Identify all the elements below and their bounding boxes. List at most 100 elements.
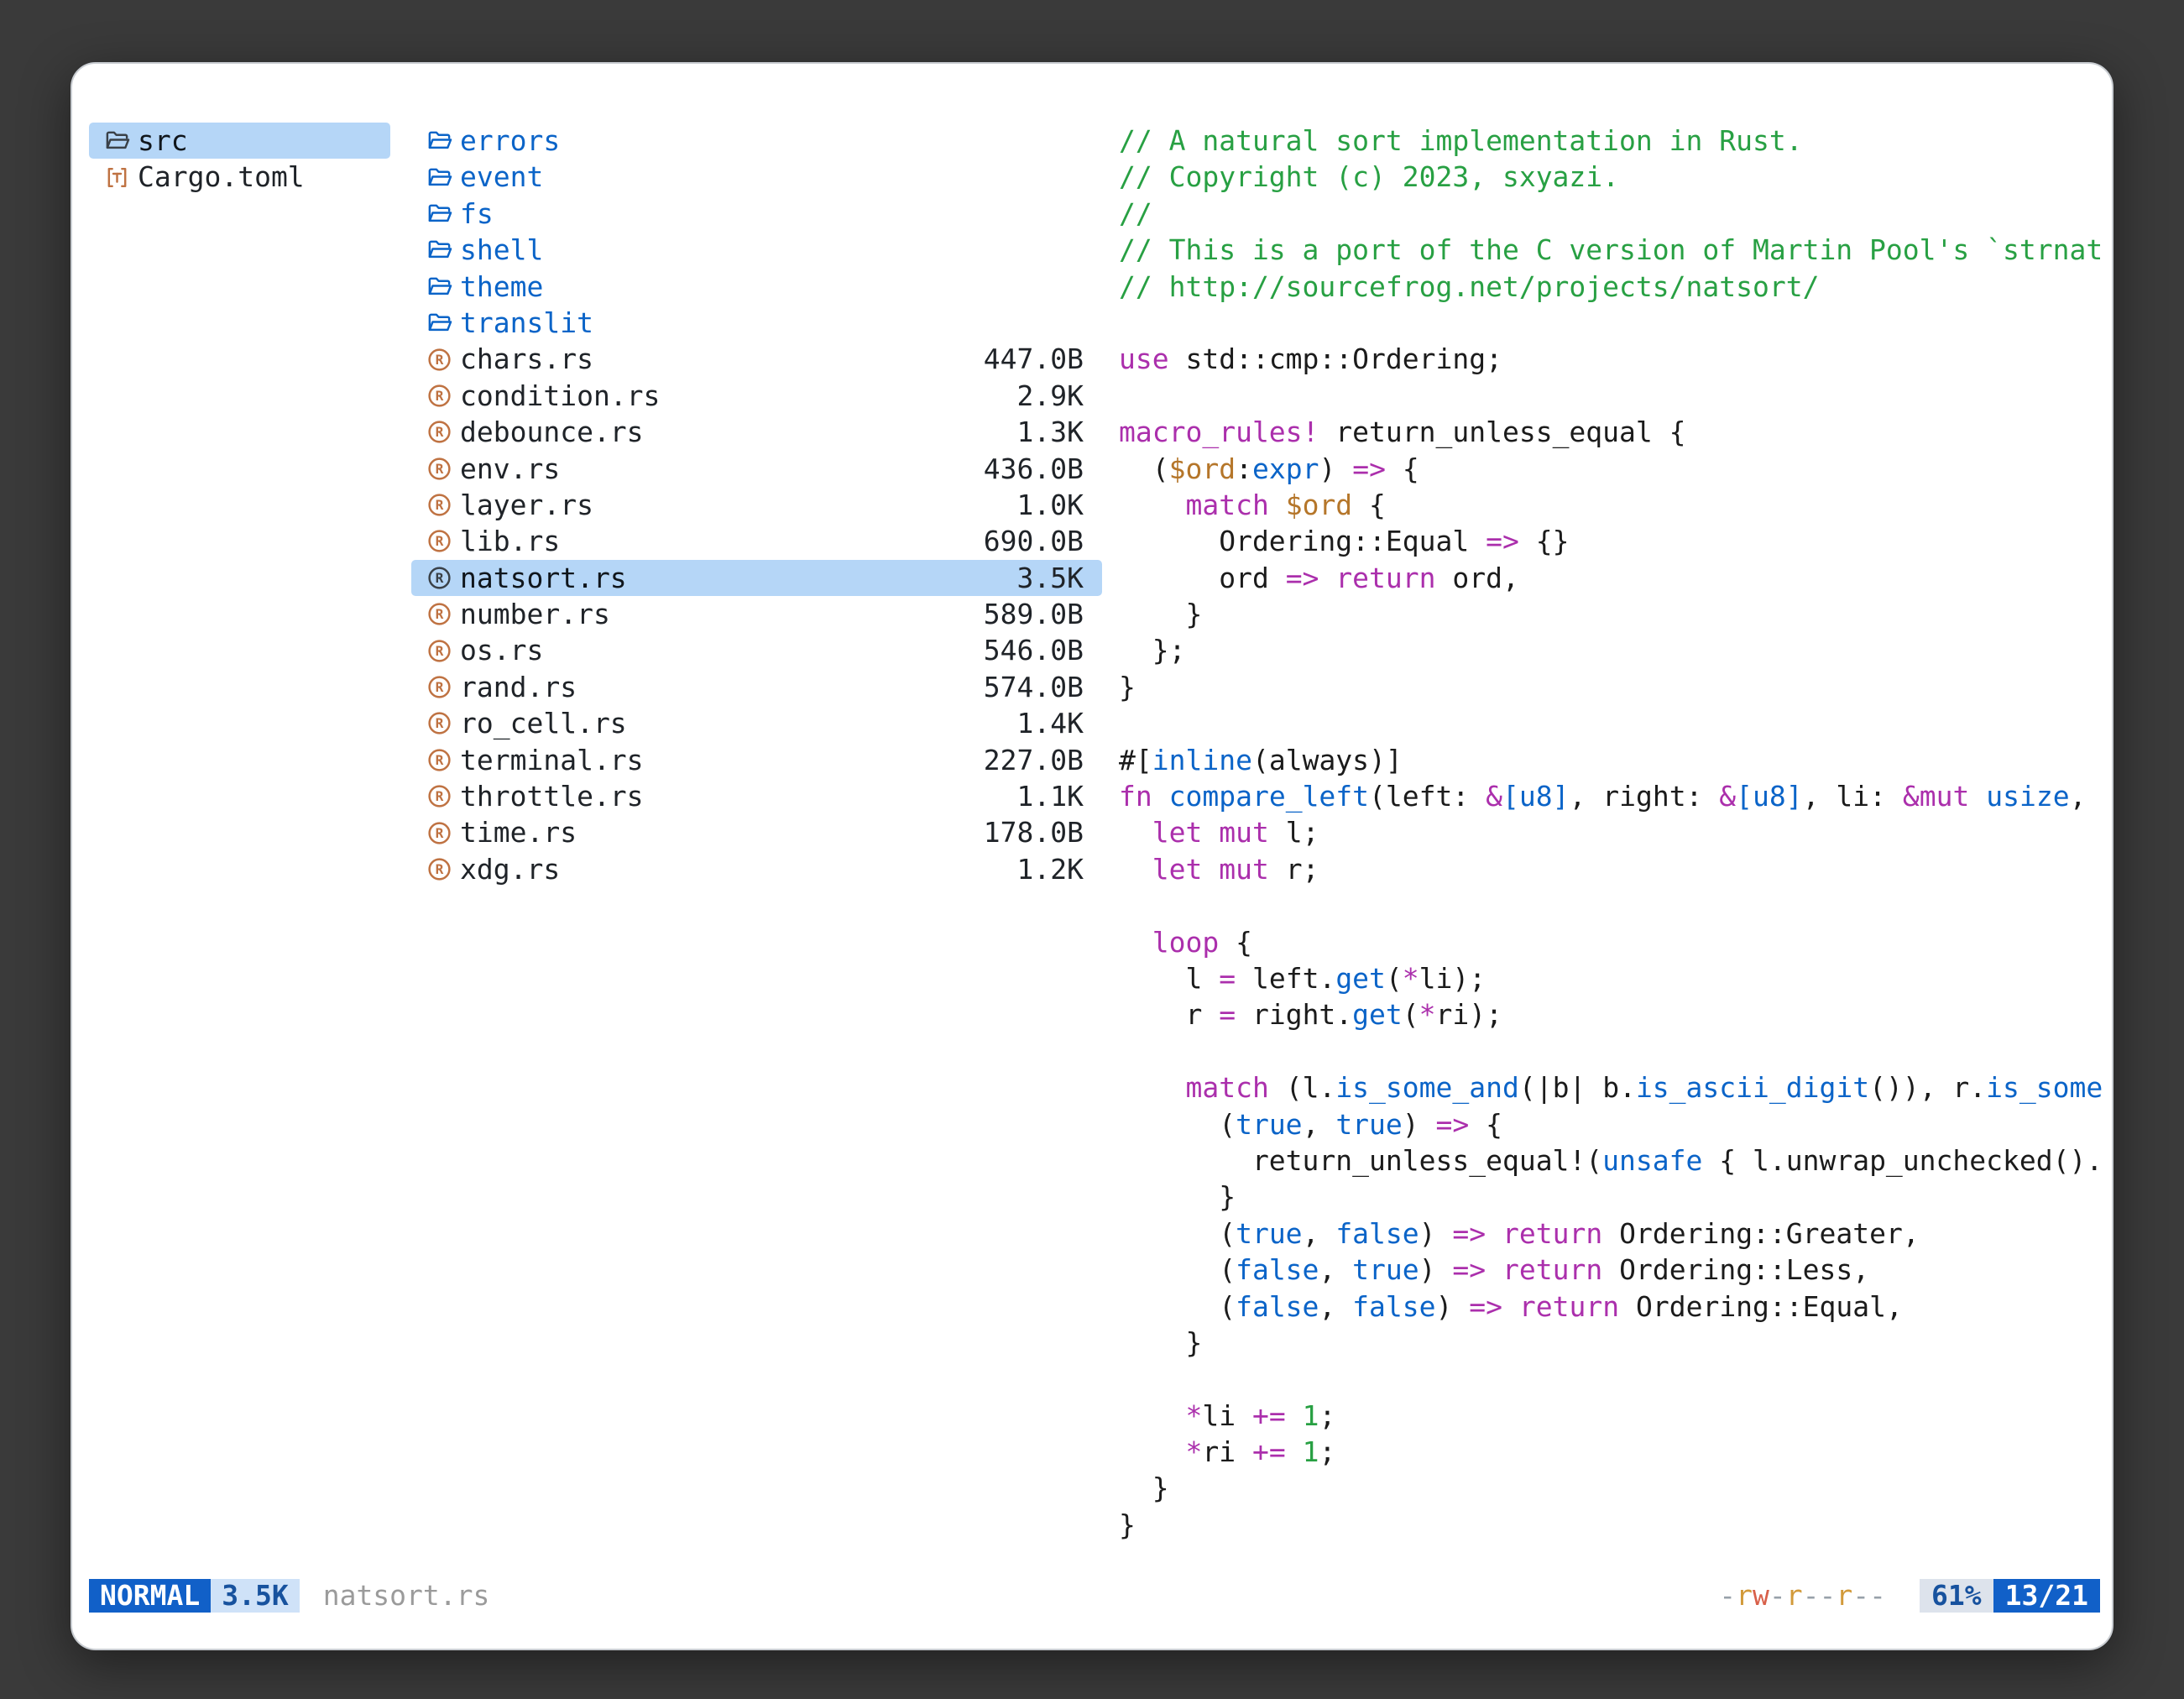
file-row[interactable]: Rdebounce.rs1.3K — [411, 414, 1102, 450]
rust-file-icon: R — [426, 638, 452, 664]
code-line: match $ord { — [1119, 487, 2113, 523]
item-name: throttle.rs — [460, 778, 644, 814]
file-row[interactable]: Rxdg.rs1.2K — [411, 851, 1102, 887]
parent-pane: srcCargo.toml — [89, 123, 390, 196]
svg-text:R: R — [436, 643, 444, 659]
dir-row[interactable]: theme — [411, 269, 1102, 305]
rust-file-icon: R — [426, 674, 452, 700]
code-line: } — [1119, 1470, 2113, 1506]
folder-open-icon — [426, 201, 452, 227]
item-name: number.rs — [460, 596, 610, 632]
code-line: *li += 1; — [1119, 1398, 2113, 1434]
item-name: time.rs — [460, 814, 577, 850]
item-size: 690.0B — [984, 523, 1084, 559]
code-line: *ri += 1; — [1119, 1434, 2113, 1470]
svg-text:R: R — [436, 534, 444, 550]
code-line: use std::cmp::Ordering; — [1119, 341, 2113, 377]
item-size: 227.0B — [984, 742, 1084, 778]
item-name: ro_cell.rs — [460, 705, 627, 741]
item-size: 574.0B — [984, 669, 1084, 705]
code-line: (true, true) => { — [1119, 1106, 2113, 1142]
item-name: src — [138, 123, 188, 159]
svg-text:R: R — [436, 861, 444, 877]
item-name: condition.rs — [460, 378, 660, 414]
dir-row[interactable]: errors — [411, 123, 1102, 159]
code-line: loop { — [1119, 924, 2113, 960]
code-line: (false, false) => return Ordering::Equal… — [1119, 1289, 2113, 1325]
dir-row[interactable]: fs — [411, 196, 1102, 232]
code-line: // This is a port of the C version of Ma… — [1119, 232, 2113, 268]
svg-text:R: R — [436, 606, 444, 622]
rust-file-icon: R — [426, 419, 452, 445]
item-size: 546.0B — [984, 632, 1084, 668]
item-name: terminal.rs — [460, 742, 644, 778]
rust-file-icon: R — [426, 456, 452, 482]
file-row[interactable]: Rlib.rs690.0B — [411, 523, 1102, 559]
file-size-chip: 3.5K — [211, 1579, 299, 1613]
item-size: 436.0B — [984, 451, 1084, 487]
item-name: theme — [460, 269, 543, 305]
item-name: layer.rs — [460, 487, 593, 523]
status-filename: natsort.rs — [323, 1579, 490, 1613]
file-row[interactable]: Cargo.toml — [89, 159, 390, 195]
code-line — [1119, 305, 2113, 341]
rust-file-icon: R — [426, 565, 452, 591]
file-row[interactable]: Rrand.rs 574.0B — [411, 669, 1102, 705]
item-name: xdg.rs — [460, 851, 560, 887]
file-row[interactable]: Rtime.rs 178.0B — [411, 814, 1102, 850]
item-size: 178.0B — [984, 814, 1084, 850]
item-name: errors — [460, 123, 560, 159]
file-row[interactable]: Ros.rs 546.0B — [411, 632, 1102, 668]
file-row[interactable]: Rro_cell.rs1.4K — [411, 705, 1102, 741]
code-line: } — [1119, 1179, 2113, 1215]
file-row[interactable]: Renv.rs 436.0B — [411, 451, 1102, 487]
code-line: ord => return ord, — [1119, 560, 2113, 596]
item-name: rand.rs — [460, 669, 577, 705]
code-line: let mut l; — [1119, 814, 2113, 850]
status-bar: NORMAL 3.5K natsort.rs -rw-r--r-- 61% 13… — [89, 1579, 2100, 1613]
dir-row[interactable]: shell — [411, 232, 1102, 268]
code-line: } — [1119, 669, 2113, 705]
code-line: }; — [1119, 632, 2113, 668]
item-size: 1.1K — [1017, 778, 1084, 814]
dir-row[interactable]: event — [411, 159, 1102, 195]
rust-file-icon: R — [426, 383, 452, 409]
item-size: 447.0B — [984, 341, 1084, 377]
code-line: r = right.get(*ri); — [1119, 996, 2113, 1032]
item-name: env.rs — [460, 451, 560, 487]
svg-text:R: R — [436, 352, 444, 368]
code-line: match (l.is_some_and(|b| b.is_ascii_digi… — [1119, 1069, 2113, 1106]
file-manager-window: srcCargo.toml errorseventfsshellthemetra… — [71, 62, 2113, 1650]
item-name: os.rs — [460, 632, 543, 668]
svg-text:R: R — [436, 825, 444, 841]
item-name: natsort.rs — [460, 560, 627, 596]
svg-text:R: R — [436, 497, 444, 513]
file-row[interactable]: Rlayer.rs1.0K — [411, 487, 1102, 523]
code-line — [1119, 705, 2113, 741]
code-line — [1119, 378, 2113, 414]
dir-row[interactable]: src — [89, 123, 390, 159]
item-name: Cargo.toml — [138, 159, 305, 195]
code-line: // A natural sort implementation in Rust… — [1119, 123, 2113, 159]
code-line: // — [1119, 196, 2113, 232]
code-line — [1119, 1033, 2113, 1069]
item-name: event — [460, 159, 543, 195]
file-row[interactable]: Rnumber.rs589.0B — [411, 596, 1102, 632]
rust-file-icon: R — [426, 601, 452, 627]
preview-pane[interactable]: // A natural sort implementation in Rust… — [1119, 123, 2113, 1563]
code-line: // http://sourcefrog.net/projects/natsor… — [1119, 269, 2113, 305]
code-line: } — [1119, 1325, 2113, 1361]
svg-text:R: R — [436, 570, 444, 586]
file-row[interactable]: Rterminal.rs 227.0B — [411, 742, 1102, 778]
rust-file-icon: R — [426, 747, 452, 773]
file-row[interactable]: Rnatsort.rs 3.5K — [411, 560, 1102, 596]
item-name: translit — [460, 305, 593, 341]
dir-row[interactable]: translit — [411, 305, 1102, 341]
toml-file-icon — [104, 165, 130, 191]
file-row[interactable]: Rcondition.rs2.9K — [411, 378, 1102, 414]
file-row[interactable]: Rchars.rs447.0B — [411, 341, 1102, 377]
file-row[interactable]: Rthrottle.rs1.1K — [411, 778, 1102, 814]
item-name: fs — [460, 196, 494, 232]
item-size: 1.3K — [1017, 414, 1084, 450]
item-size: 3.5K — [1017, 560, 1084, 596]
